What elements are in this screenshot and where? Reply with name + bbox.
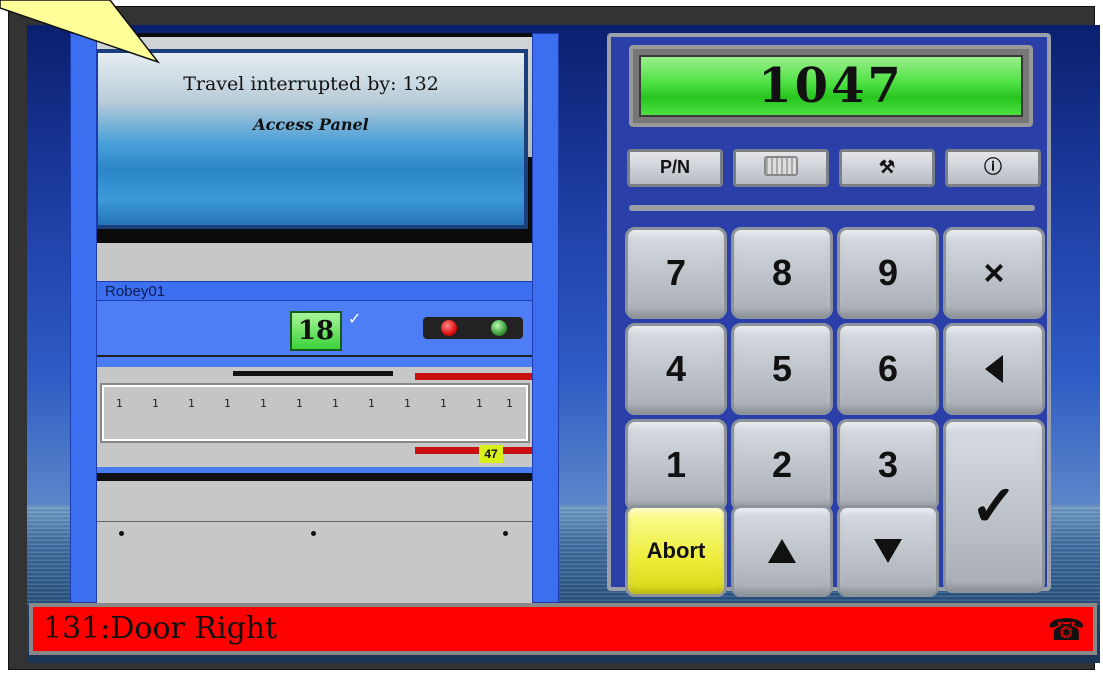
enter-button[interactable]: ✓ — [943, 419, 1045, 593]
up-button[interactable] — [731, 505, 833, 597]
main-screen: Travel interrupted by: 132 Access Panel … — [27, 25, 1100, 663]
tools-icon: ⚒ — [878, 157, 896, 177]
rivet-icon — [119, 531, 124, 536]
rivet-icon — [311, 531, 316, 536]
rivet-icon — [503, 531, 508, 536]
ruler-tick: 1 — [332, 397, 339, 410]
position-badge: 47 — [479, 445, 503, 463]
info-button[interactable]: ⓘ — [945, 149, 1041, 187]
ruler-tick: 1 — [224, 397, 231, 410]
lower-divider — [97, 521, 532, 522]
key-2[interactable]: 2 — [731, 419, 833, 511]
machine-name-bar: Robey01 — [70, 281, 559, 301]
down-button[interactable] — [837, 505, 939, 597]
ruler-tick: 1 — [476, 397, 483, 410]
ruler-tick: 1 — [506, 397, 513, 410]
level-indicator: 18 — [290, 311, 342, 351]
arrow-up-icon — [768, 539, 796, 563]
status-text: 131:Door Right — [43, 611, 278, 646]
red-led-icon — [441, 320, 457, 336]
ruler-tick: 1 — [368, 397, 375, 410]
rack-divider — [70, 473, 559, 481]
ruler-tick: 1 — [260, 397, 267, 410]
app-frame: Travel interrupted by: 132 Access Panel … — [8, 6, 1100, 670]
machine-illustration: Travel interrupted by: 132 Access Panel … — [70, 33, 559, 603]
rack-top-bar — [233, 371, 393, 376]
display-value: 1047 — [639, 55, 1023, 117]
abort-button[interactable]: Abort — [625, 505, 727, 597]
key-7[interactable]: 7 — [625, 227, 727, 319]
rack-red-marker-top — [415, 373, 532, 380]
key-8[interactable]: 8 — [731, 227, 833, 319]
rack-red-marker-bottom — [415, 447, 532, 454]
machine-band — [97, 243, 532, 281]
machine-level-row: 18 ✓ — [70, 301, 559, 357]
callout-pointer-icon — [0, 0, 161, 64]
pn-button[interactable]: P/N — [627, 149, 723, 187]
tools-button[interactable]: ⚒ — [839, 149, 935, 187]
keyboard-button[interactable] — [733, 149, 829, 187]
ruler-tick: 1 — [188, 397, 195, 410]
backspace-button[interactable] — [943, 323, 1045, 415]
key-6[interactable]: 6 — [837, 323, 939, 415]
backspace-icon — [985, 355, 1003, 383]
machine-right-column — [532, 33, 559, 603]
ruler-tick: 1 — [116, 397, 123, 410]
message-subtitle: Access Panel — [253, 115, 369, 134]
rack-ruler: 1 1 1 1 1 1 1 1 1 1 1 1 — [100, 383, 530, 443]
machine-name: Robey01 — [105, 283, 166, 300]
info-icon: ⓘ — [984, 157, 1002, 177]
phone-icon[interactable]: ☎ — [1048, 613, 1085, 648]
key-3[interactable]: 3 — [837, 419, 939, 511]
machine-lower-panel — [97, 481, 532, 603]
ruler-tick: 1 — [296, 397, 303, 410]
keyboard-icon — [764, 156, 798, 176]
green-led-icon — [491, 320, 507, 336]
machine-body: Robey01 18 ✓ 1 1 1 1 1 1 1 1 1 1 1 1 47 — [70, 243, 559, 603]
tray-rack: 1 1 1 1 1 1 1 1 1 1 1 1 47 — [97, 367, 532, 467]
status-indicator — [423, 317, 523, 339]
ruler-tick: 1 — [404, 397, 411, 410]
key-1[interactable]: 1 — [625, 419, 727, 511]
clear-button[interactable]: × — [943, 227, 1045, 319]
ruler-tick: 1 — [152, 397, 159, 410]
level-check-icon: ✓ — [348, 309, 362, 328]
status-bar: 131:Door Right ☎ — [29, 603, 1097, 655]
number-display: 1047 — [629, 45, 1033, 127]
ruler-tick: 1 — [440, 397, 447, 410]
machine-left-column — [70, 33, 97, 603]
arrow-down-icon — [874, 539, 902, 563]
key-4[interactable]: 4 — [625, 323, 727, 415]
keypad-panel: 1047 P/N ⚒ ⓘ 7 8 9 × 4 5 6 1 2 3 ✓ Abort — [607, 33, 1051, 597]
key-9[interactable]: 9 — [837, 227, 939, 319]
pn-label: P/N — [659, 157, 690, 177]
toolbar-divider — [629, 205, 1035, 211]
key-5[interactable]: 5 — [731, 323, 833, 415]
